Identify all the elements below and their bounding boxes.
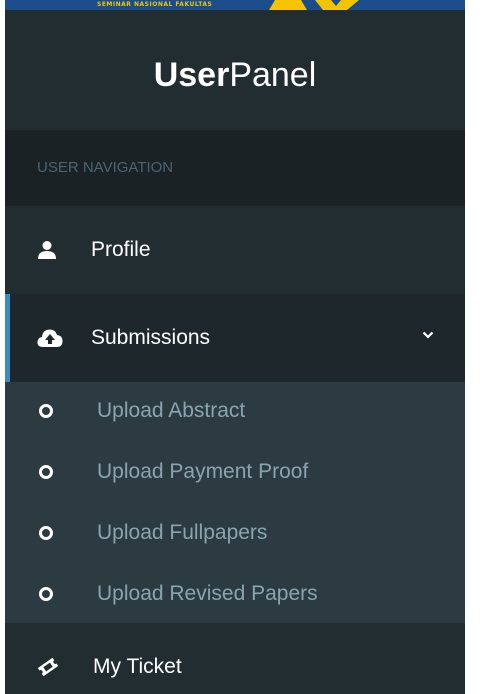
sidebar-item-my-ticket[interactable]: My Ticket xyxy=(5,623,465,694)
cloud-upload-icon xyxy=(37,329,63,347)
submenu-item-upload-payment-proof[interactable]: Upload Payment Proof xyxy=(5,449,465,495)
header-banner: SEMINAR NASIONAL FAKULTAS xyxy=(5,0,465,10)
brand-text[interactable]: UserPanel xyxy=(154,56,317,95)
submenu-item-upload-abstract[interactable]: Upload Abstract xyxy=(5,388,465,434)
banner-text: SEMINAR NASIONAL FAKULTAS xyxy=(97,1,213,8)
nav-header: USER NAVIGATION xyxy=(5,130,465,206)
user-icon xyxy=(38,241,56,259)
submenu-item-label: Upload Revised Papers xyxy=(97,582,318,605)
sidebar-item-label: My Ticket xyxy=(93,655,182,678)
circle-outline-icon xyxy=(39,465,53,479)
submenu-item-label: Upload Fullpapers xyxy=(97,521,268,544)
submenu-item-label: Upload Payment Proof xyxy=(97,460,309,483)
submissions-submenu: Upload Abstract Upload Payment Proof Upl… xyxy=(5,382,465,623)
circle-outline-icon xyxy=(39,587,53,601)
banner-logo xyxy=(269,0,359,10)
sidebar-item-profile[interactable]: Profile xyxy=(5,206,465,294)
brand-logo[interactable]: UserPanel xyxy=(5,10,465,130)
chevron-down-icon[interactable] xyxy=(422,330,434,340)
sidebar-item-label: Profile xyxy=(91,238,151,261)
sidebar-item-submissions[interactable]: Submissions xyxy=(5,294,465,382)
ticket-icon xyxy=(37,657,59,677)
brand-light: Panel xyxy=(229,56,317,94)
submenu-item-label: Upload Abstract xyxy=(97,399,246,422)
submenu-item-upload-revised-papers[interactable]: Upload Revised Papers xyxy=(5,571,465,617)
submenu-item-upload-fullpapers[interactable]: Upload Fullpapers xyxy=(5,510,465,556)
sidebar: UserPanel USER NAVIGATION Profile Submis… xyxy=(5,10,465,694)
circle-outline-icon xyxy=(39,526,53,540)
circle-outline-icon xyxy=(39,404,53,418)
brand-bold: User xyxy=(153,56,230,94)
sidebar-item-label: Submissions xyxy=(91,326,211,349)
